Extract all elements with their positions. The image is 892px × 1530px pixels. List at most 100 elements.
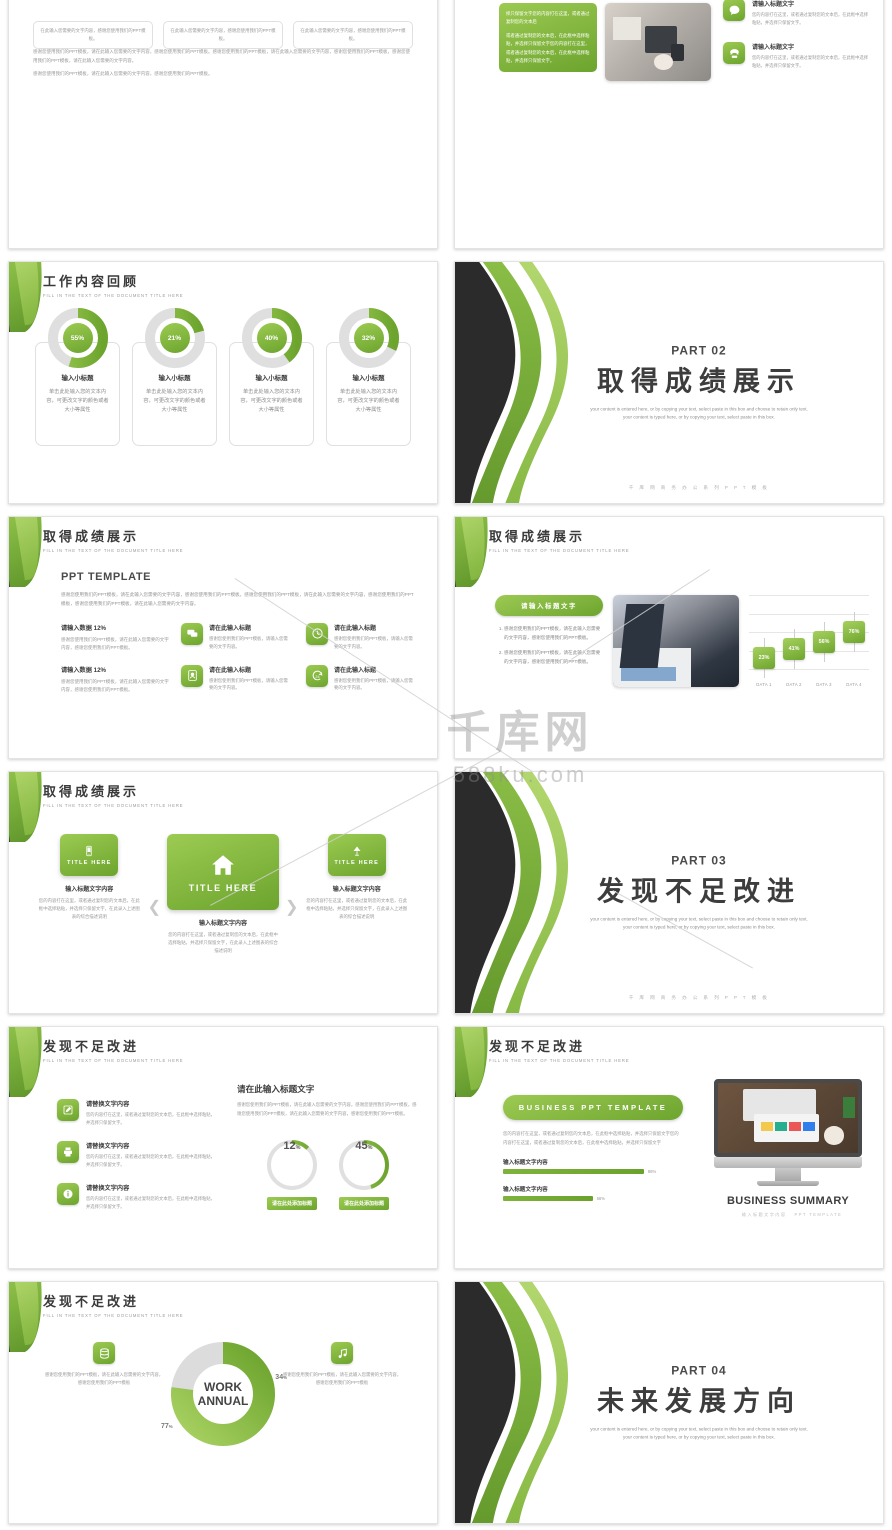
monitor-neck [775, 1168, 801, 1181]
slide-cell-work-review[interactable]: 工作内容回顾 FILL IN THE TEXT OF THE DOCUMENT … [0, 255, 446, 510]
slide-cell-part02[interactable]: PART 02 取得成绩展示 your content is entered h… [446, 255, 892, 510]
section-desc: 感谢您使用我们的PPT模板，请在此输入您需要的文字内容。感谢您使用我们的PPT模… [237, 1102, 417, 1116]
donut-center-label: WORK ANNUAL [171, 1342, 275, 1446]
slide-work-annual[interactable]: 发现不足改进 FILL IN THE TEXT OF THE DOCUMENT … [8, 1281, 438, 1524]
slide-cell-achievement-chart[interactable]: 取得成绩展示 FILL IN THE TEXT OF THE DOCUMENT … [446, 510, 892, 765]
icon-list-item[interactable]: 请替换文字内容 您的内容打在这里，或者通过复制您的文本后，在此框中选择粘贴，并选… [57, 1140, 217, 1169]
slide-cell-three-tiles[interactable]: 取得成绩展示 FILL IN THE TEXT OF THE DOCUMENT … [0, 765, 446, 1020]
slide-achievement-chart[interactable]: 取得成绩展示 FILL IN THE TEXT OF THE DOCUMENT … [454, 516, 884, 759]
feature-item[interactable]: 请在此输入标题 感谢您使用我们的PPT模板，请输入您需要的文字内容。 [181, 622, 292, 653]
icon-list-title: 请替换文字内容 [86, 1142, 130, 1150]
tile-caption: 输入标题文字内容 [65, 887, 114, 893]
gauge-value: 12% [283, 1140, 301, 1153]
slide-business-summary[interactable]: 发现不足改进 FILL IN THE TEXT OF THE DOCUMENT … [454, 1026, 884, 1269]
progress-label: 输入标题文字内容 [503, 1187, 548, 1194]
metric-title: 输入小标题 [61, 375, 94, 382]
tile-column-center[interactable]: TITLE HERE 输入标题文字内容 您的内容打在这里，或者通过复制您的文本后… [167, 834, 279, 955]
part-subtitle-line-1: your content is entered here, or by copy… [590, 915, 808, 921]
part-number: PART 04 [671, 1362, 727, 1377]
summary-headline: BUSINESS SUMMARY [726, 1195, 850, 1207]
metric-card[interactable]: 21% 输入小标题 单击此处输入您的文本内容，可更改文字的颜色或者大小等属性 [132, 308, 217, 446]
part-title: 取得成绩展示 [597, 365, 801, 396]
slide-header: 取得成绩展示 FILL IN THE TEXT OF THE DOCUMENT … [489, 526, 629, 553]
feature-item[interactable]: 24 请在此输入标题 感谢您使用我们的PPT模板，请输入您需要的文字内容。 [306, 664, 417, 695]
slide-cell-improve-rings[interactable]: 发现不足改进 FILL IN THE TEXT OF THE DOCUMENT … [0, 1020, 446, 1275]
page-title: 取得成绩展示 [489, 529, 586, 544]
printer-icon [57, 1140, 79, 1163]
part-subtitle: your content is entered here, or by copy… [515, 915, 883, 932]
progress-row: 输入标题文字内容 56% [503, 1185, 683, 1202]
list-item-desc: 您的内容打在这里，或者通过复制您的文本后，在此框中选择粘贴，并选择只保留文字。 [752, 12, 869, 25]
gauge-item: 45% 请在此处添加标题 [339, 1140, 389, 1211]
slide-ppt-template[interactable]: 取得成绩展示 FILL IN THE TEXT OF THE DOCUMENT … [8, 516, 438, 759]
metric-title: 输入小标题 [255, 375, 288, 382]
feature-title: 请在此输入标题 [209, 625, 252, 632]
summary-subtitle: 输入标题文字内容 PPT TEMPLATE [705, 1212, 871, 1218]
slide-cell-ppt-template[interactable]: 取得成绩展示 FILL IN THE TEXT OF THE DOCUMENT … [0, 510, 446, 765]
tile-left[interactable]: TITLE HERE [60, 834, 119, 876]
progress-value: 56% [596, 1196, 605, 1202]
top-card: 在此输入您需要的文字内容，感谢您使用我们的PPT模板。 [293, 21, 413, 49]
slide-header: 工作内容回顾 FILL IN THE TEXT OF THE DOCUMENT … [43, 271, 183, 298]
body-paragraph-1: 感谢您使用我们的PPT模板，请在此输入您需要的文字内容，感谢您使用我们的PPT模… [33, 49, 410, 63]
part-footer: 千 库 网 商 务 办 公 系 列 P P T 模 板 [628, 995, 770, 1000]
part-subtitle-line-2: your content is typed here, or by copyin… [623, 414, 775, 420]
metric-title: 输入小标题 [158, 375, 191, 382]
progress-label: 输入标题文字内容 [503, 1160, 548, 1167]
page-subtitle: FILL IN THE TEXT OF THE DOCUMENT TITLE H… [43, 1313, 184, 1318]
icon-list-title: 请替换文字内容 [86, 1184, 130, 1192]
list-item-title: 请输入标题文字 [752, 2, 795, 8]
slide-top-right[interactable]: 择只保留文字您的内容打在这里，或者通过复制您的文本后 或者通过复制您的文本后，在… [454, 0, 884, 249]
tile-right[interactable]: TITLE HERE [327, 834, 386, 876]
slide-cell-part03[interactable]: PART 03 发现不足改进 your content is entered h… [446, 765, 892, 1020]
slide-cell-part04[interactable]: PART 04 未来发展方向 your content is entered h… [446, 1275, 892, 1530]
stat-desc: 感谢您使用我们的PPT模板，请在此输入您需要的文字内容，感谢您使用我们的PPT模… [61, 678, 169, 692]
icon-list-item[interactable]: 请替换文字内容 您的内容打在这里，或者通过复制您的文本后，在此框中选择粘贴，并选… [57, 1182, 217, 1211]
slide-part-04[interactable]: PART 04 未来发展方向 your content is entered h… [454, 1281, 884, 1524]
green-text-panel: 择只保留文字您的内容打在这里，或者通过复制您的文本后 或者通过复制您的文本后，在… [499, 3, 597, 72]
metric-card[interactable]: 32% 输入小标题 单击此处输入您的文本内容，可更改文字的颜色或者大小等属性 [326, 308, 411, 446]
list-item[interactable]: 请输入标题文字 您的内容打在这里，或者通过复制您的文本后，在此框中选择粘贴，并选… [723, 42, 871, 69]
donut-center-line-2: ANNUAL [197, 1394, 249, 1408]
donut-gauge: 55% [47, 308, 108, 368]
tile-column-left[interactable]: TITLE HERE 输入标题文字内容 您的内容打在这里，或者通过复制您的文本后… [37, 834, 142, 921]
annual-right-desc: 感谢您使用我们的PPT模板，请在此输入您需要的文字内容，感谢您使用我们的PPT模… [282, 1372, 402, 1386]
chart-x-label: DATA 1 [756, 682, 772, 687]
business-template-button[interactable]: BUSINESS PPT TEMPLATE [503, 1095, 683, 1120]
slide-three-tiles[interactable]: 取得成绩展示 FILL IN THE TEXT OF THE DOCUMENT … [8, 771, 438, 1014]
metric-title: 输入小标题 [352, 375, 385, 382]
slide-top-left[interactable]: 在此输入您需要的文字内容，感谢您使用我们的PPT模板。 在此输入您需要的文字内容… [8, 0, 438, 249]
stat-desc: 感谢您使用我们的PPT模板，请在此输入您需要的文字内容，感谢您使用我们的PPT模… [61, 636, 169, 651]
slide-cell-work-annual[interactable]: 发现不足改进 FILL IN THE TEXT OF THE DOCUMENT … [0, 1275, 446, 1530]
slide-part-03[interactable]: PART 03 发现不足改进 your content is entered h… [454, 771, 884, 1014]
title-pill-button[interactable]: 请输入标题文字 [495, 595, 603, 616]
list-item[interactable]: 请输入标题文字 您的内容打在这里，或者通过复制您的文本后，在此框中选择粘贴，并选… [723, 0, 871, 26]
page-subtitle: FILL IN THE TEXT OF THE DOCUMENT TITLE H… [489, 548, 630, 553]
chat-icon [723, 0, 745, 21]
slide-work-content-review[interactable]: 工作内容回顾 FILL IN THE TEXT OF THE DOCUMENT … [8, 261, 438, 504]
slide-cell-top-right[interactable]: 择只保留文字您的内容打在这里，或者通过复制您的文本后 或者通过复制您的文本后，在… [446, 0, 892, 255]
feature-item[interactable]: 请在此输入标题 感谢您使用我们的PPT模板，请输入您需要的文字内容。 [181, 664, 292, 695]
body-paragraph-2: 感谢您使用我们的PPT模板，请在此输入您需要的文字内容，感谢您使用我们的PPT模… [33, 71, 213, 76]
chevron-right-icon: ❯ [285, 898, 299, 916]
feature-item[interactable]: 请在此输入标题 感谢您使用我们的PPT模板，请输入您需要的文字内容。 [306, 622, 417, 653]
page-title: 发现不足改进 [43, 1039, 140, 1054]
feature-desc: 感谢您使用我们的PPT模板，请输入您需要的文字内容。 [334, 635, 413, 649]
donut-value-right: 34% [275, 1374, 287, 1381]
slide-cell-business-summary[interactable]: 发现不足改进 FILL IN THE TEXT OF THE DOCUMENT … [446, 1020, 892, 1275]
slide-improve-rings[interactable]: 发现不足改进 FILL IN THE TEXT OF THE DOCUMENT … [8, 1026, 438, 1269]
slide-part-02[interactable]: PART 02 取得成绩展示 your content is entered h… [454, 261, 884, 504]
slide-cell-top-left[interactable]: 在此输入您需要的文字内容，感谢您使用我们的PPT模板。 在此输入您需要的文字内容… [0, 0, 446, 255]
icon-list-item[interactable]: 请替换文字内容 您的内容打在这里，或者通过复制您的文本后，在此框中选择粘贴，并选… [57, 1099, 217, 1127]
donut-gauge: 40% [241, 308, 302, 368]
metric-card[interactable]: 55% 输入小标题 单击此处输入您的文本内容，可更改文字的颜色或者大小等属性 [35, 308, 120, 446]
page-title: 工作内容回顾 [43, 274, 140, 289]
part-footer: 千 库 网 商 务 办 公 系 列 P P T 模 板 [628, 485, 770, 490]
chevron-left-icon: ❮ [147, 898, 161, 916]
part-title: 未来发展方向 [597, 1385, 801, 1416]
annual-right-block: 感谢您使用我们的PPT模板，请在此输入您需要的文字内容，感谢您使用我们的PPT模… [281, 1342, 403, 1387]
gauge-button[interactable]: 请在此处添加标题 [267, 1197, 317, 1211]
page-title: 发现不足改进 [43, 1294, 140, 1309]
metric-card[interactable]: 40% 输入小标题 单击此处输入您的文本内容，可更改文字的颜色或者大小等属性 [229, 308, 314, 446]
gauge-button[interactable]: 请在此处添加标题 [339, 1197, 389, 1211]
